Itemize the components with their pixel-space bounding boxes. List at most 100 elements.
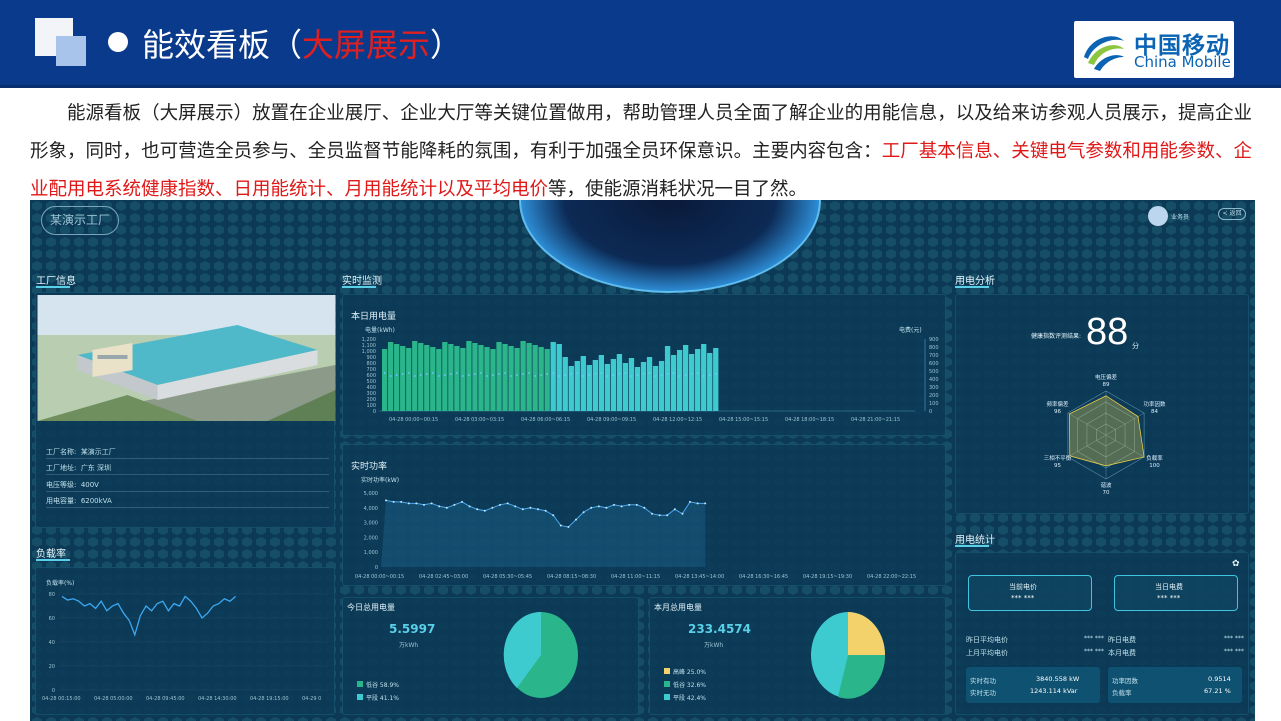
bar (707, 353, 713, 411)
stat-row-value: *** *** (1224, 635, 1244, 642)
bar (382, 349, 388, 411)
power-point (628, 503, 631, 506)
radar-label: 谐波 (1100, 481, 1112, 489)
bar (460, 348, 466, 411)
dashboard-screenshot: 某演示工厂 业务员 < 返回 工厂信息 实时监测 用电分析 负载率 用电统计 工… (30, 200, 1255, 721)
power-point (658, 514, 661, 517)
health-radar: 电压偏差89 功率因数84 负载率100 谐波70 三相不平衡95 频率偏差96 (1044, 373, 1166, 496)
bar (472, 343, 478, 411)
power-point (468, 505, 471, 508)
fee-point (564, 374, 567, 376)
bar (586, 365, 592, 411)
fee-point (600, 372, 603, 374)
fee-point (431, 372, 434, 374)
bar (514, 348, 520, 411)
section-power-analysis: 用电分析 (955, 272, 995, 288)
fee-point (714, 373, 717, 375)
fee-point (594, 373, 597, 375)
daily-energy-panel: 本日用电量 电量(kWh) 电费(元) 1,200 1,100 1,000 900 80… (342, 294, 946, 436)
x-tick: 04-28 14:30:00 (198, 696, 237, 702)
legend-item: 低谷 58.9% (357, 680, 399, 689)
power-point (582, 511, 585, 514)
radar-value: 96 (1054, 409, 1061, 415)
logo-text-en: China Mobile (1134, 53, 1231, 71)
y-tick: 4,000 (364, 506, 378, 512)
bar (670, 355, 677, 411)
fee-point (474, 373, 476, 375)
fee-point (690, 373, 693, 375)
fee-point (582, 375, 585, 377)
y-tick-right: 900 (929, 337, 939, 343)
fee-point (419, 374, 422, 376)
power-point (681, 512, 684, 515)
power-point (483, 509, 486, 512)
fee-point (425, 373, 428, 375)
month-pie (811, 612, 886, 699)
back-button[interactable]: < 返回 (1218, 208, 1246, 220)
power-point (461, 500, 463, 503)
power-point (430, 502, 433, 505)
stat-row-value: *** *** (1084, 648, 1104, 655)
eye-icon[interactable]: ✿ (1232, 559, 1240, 569)
fee-point (516, 374, 518, 376)
y-tick-right: 0 (929, 409, 932, 415)
slide-header: 能效看板（大屏展示） 中国移动 China Mobile (0, 0, 1281, 88)
bar (695, 349, 701, 411)
radar-label: 频率偏差 (1046, 400, 1069, 408)
fee-point (630, 375, 633, 377)
bar (556, 344, 562, 411)
power-point (552, 514, 555, 517)
site-name-pill[interactable]: 某演示工厂 (41, 206, 119, 235)
power-point (696, 502, 699, 505)
user-avatar-icon[interactable] (1148, 206, 1168, 226)
decor-square-blue (56, 36, 86, 66)
y-tick-right: 500 (929, 369, 939, 375)
fee-point (666, 373, 669, 375)
bar (701, 344, 707, 411)
realtime-power-chart: 5,000 4,000 3,000 2,000 1,000 0 04-28 00:00~00… (355, 491, 916, 580)
power-point (544, 509, 547, 512)
bar (646, 357, 653, 411)
power-point (537, 508, 539, 511)
power-stats-panel: ✿ 当前电价 *** *** 当日电费 *** *** 昨日平均电价 *** *… (955, 552, 1249, 715)
slide-title: 能效看板（大屏展示） (142, 26, 463, 64)
load-rate-panel: 负载率(%) 80 60 40 20 0 04-28 00:15:00 04-28 05:0… (35, 567, 335, 715)
power-analysis-panel: 健康指数评测结果: 88 分 电压偏差 89 功率因数 84 负载率 100 谐波 70 三相不… (955, 294, 1249, 514)
radar-label: 负载率 (1146, 454, 1163, 462)
factory-row: 电压等级: 400V (46, 481, 99, 489)
power-point (643, 506, 646, 509)
fee-point (480, 372, 482, 374)
fee-point (455, 372, 458, 374)
x-tick: 04-28 18:00~18:15 (785, 417, 834, 423)
bar (713, 348, 719, 411)
bar (520, 341, 526, 411)
x-tick: 04-28 19:15~19:30 (803, 574, 852, 580)
today-total-unit: 万kWh (399, 642, 419, 649)
bar (598, 355, 605, 411)
factory-row: 工厂名称: 某演示工厂 (46, 448, 116, 456)
x-tick: 04-29 0 (302, 696, 321, 702)
fee-point (576, 372, 579, 374)
bar (394, 344, 400, 411)
bar (466, 341, 472, 411)
x-tick: 04-28 19:15:00 (250, 696, 289, 702)
load-rate-chart: 80 60 40 20 0 04-28 00:15:00 04-28 05:00:00 04-… (42, 592, 328, 702)
fee-point (612, 374, 615, 376)
bar (683, 345, 689, 411)
fee-point (618, 373, 621, 375)
bar (604, 364, 611, 411)
current-price-value: *** *** (1011, 594, 1035, 602)
fee-point (407, 372, 410, 374)
fee-point (642, 373, 645, 375)
legend-item: 低谷 32.6% (664, 680, 706, 689)
power-point (438, 505, 441, 508)
bar (478, 345, 484, 411)
power-point (651, 512, 653, 515)
today-fee-label: 当日电费 (1155, 583, 1183, 591)
today-total-value: 5.5997 (389, 622, 436, 636)
fee-point (672, 372, 675, 374)
x-tick: 04-28 05:00:00 (94, 696, 133, 702)
x-tick: 04-28 21:00~21:15 (851, 417, 900, 423)
health-label: 健康指数评测结果: (1031, 333, 1082, 340)
month-total-unit: 万kWh (704, 642, 724, 649)
